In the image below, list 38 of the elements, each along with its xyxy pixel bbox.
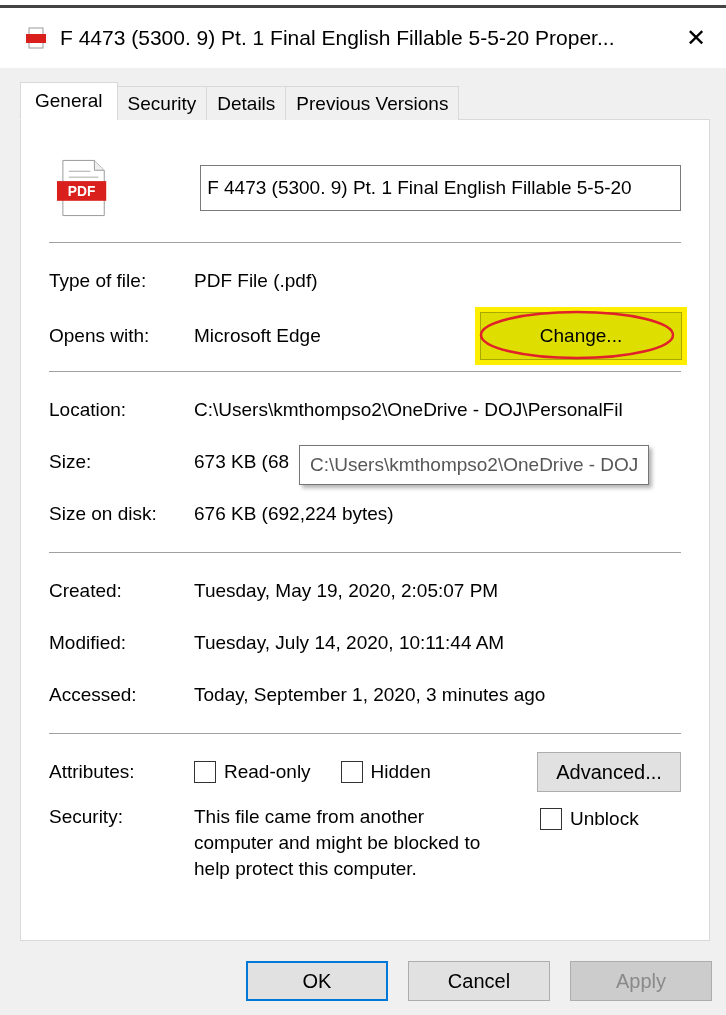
tab[interactable]: Security (116, 86, 208, 120)
pdf-file-icon (26, 27, 46, 49)
tooltip: C:\Users\kmthompso2\OneDrive - DOJ (299, 445, 650, 485)
field-value: Today, September 1, 2020, 3 minutes ago (194, 684, 546, 706)
change-button[interactable]: Change... (480, 312, 682, 360)
checkbox-option[interactable]: Unblock (540, 808, 639, 830)
field-label: Size on disk: (49, 503, 158, 525)
field-label: Location: (49, 399, 128, 421)
tab[interactable]: Previous Versions (285, 86, 460, 120)
field-label: Opens with: (49, 325, 151, 347)
field-value: Microsoft Edge (194, 325, 321, 347)
field-label: Security: (49, 806, 124, 828)
tab[interactable]: General (20, 82, 118, 120)
field-label: Modified: (49, 632, 128, 654)
field-value: 676 KB (692,224 bytes) (194, 503, 394, 525)
dialog-button[interactable]: Cancel (408, 961, 550, 1001)
checkbox[interactable] (540, 808, 562, 830)
field-label: Type of file: (49, 270, 148, 292)
security-message: This file came from another computer and might be blocked to help protect this computer. (194, 805, 482, 881)
checkbox[interactable] (194, 761, 216, 783)
checkbox[interactable] (340, 761, 363, 783)
field-label: Created: (49, 580, 123, 602)
window-title: F 4473 (5300. 9) Pt. 1 Final English Fillable 5-5-20 Proper... (60, 26, 616, 50)
field-label: Accessed: (49, 684, 138, 706)
advanced-button[interactable]: Advanced... (537, 752, 681, 792)
field-value: 673 KB (68 (194, 451, 290, 473)
checkbox-option[interactable]: Hidden (340, 761, 431, 783)
close-button[interactable]: ✕ (666, 13, 726, 63)
field-label: Attributes: (49, 761, 136, 783)
field-value: Tuesday, July 14, 2020, 10:11:44 AM (194, 632, 505, 654)
checkbox-option[interactable]: Read-only (194, 761, 311, 783)
field-value: PDF File (.pdf) (194, 270, 318, 292)
dialog-button[interactable]: OK (246, 961, 388, 1001)
tab[interactable]: Details (206, 86, 287, 120)
field-label: Size: (49, 451, 93, 473)
field-value: C:\Users\kmthompso2\OneDrive - DOJ\PersonalFil (194, 399, 623, 421)
field-value: Tuesday, May 19, 2020, 2:05:07 PM (194, 580, 499, 602)
file-name-field[interactable]: F 4473 (5300. 9) Pt. 1 Final English Fillable 5-5-20 (200, 165, 681, 211)
